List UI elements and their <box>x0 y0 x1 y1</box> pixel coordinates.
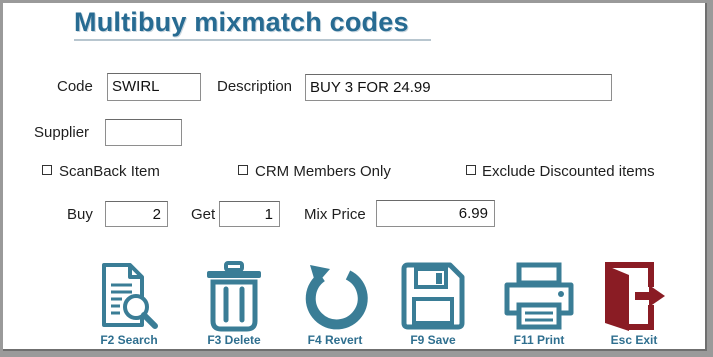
save-button-label: F9 Save <box>410 333 456 347</box>
revert-button-label: F4 Revert <box>307 333 363 347</box>
supplier-label: Supplier <box>34 124 90 141</box>
revert-icon <box>305 265 368 330</box>
delete-button-label: F3 Delete <box>207 333 261 347</box>
scanback-checkbox[interactable] <box>42 165 52 175</box>
floppy-disk-icon <box>401 262 465 330</box>
print-button[interactable]: F11 Print <box>499 261 579 351</box>
exit-button[interactable]: Esc Exit <box>594 261 674 351</box>
window-frame: Multibuy mixmatch codes Code SWIRL Descr… <box>3 3 707 351</box>
save-button[interactable]: F9 Save <box>393 261 473 351</box>
search-button-label: F2 Search <box>100 333 158 347</box>
search-button[interactable]: F2 Search <box>89 261 169 351</box>
print-button-label: F11 Print <box>513 333 565 347</box>
revert-button[interactable]: F4 Revert <box>295 261 375 351</box>
printer-icon <box>504 262 574 330</box>
mix-price-label: Mix Price <box>304 206 366 223</box>
description-input[interactable]: BUY 3 FOR 24.99 <box>305 74 612 101</box>
get-quantity-input[interactable]: 1 <box>219 201 280 227</box>
search-document-icon <box>102 263 158 329</box>
scanback-label[interactable]: ScanBack Item <box>59 163 160 180</box>
exclude-discounted-label[interactable]: Exclude Discounted items <box>482 163 655 180</box>
title-underline <box>74 39 431 41</box>
code-input[interactable]: SWIRL <box>107 73 201 101</box>
exit-door-icon <box>605 262 665 331</box>
exclude-discounted-checkbox[interactable] <box>466 165 476 175</box>
supplier-input[interactable] <box>105 119 182 146</box>
buy-quantity-input[interactable]: 2 <box>105 201 168 227</box>
code-label: Code <box>57 78 93 95</box>
buy-label: Buy <box>67 206 93 223</box>
trash-icon <box>207 261 261 332</box>
description-label: Description <box>217 78 293 95</box>
exit-button-label: Esc Exit <box>610 333 658 347</box>
page-title: Multibuy mixmatch codes <box>74 7 409 37</box>
crm-members-checkbox[interactable] <box>238 165 248 175</box>
crm-members-label[interactable]: CRM Members Only <box>255 163 391 180</box>
mix-price-input[interactable]: 6.99 <box>376 200 495 227</box>
delete-button[interactable]: F3 Delete <box>194 261 274 351</box>
get-label: Get <box>191 206 216 223</box>
